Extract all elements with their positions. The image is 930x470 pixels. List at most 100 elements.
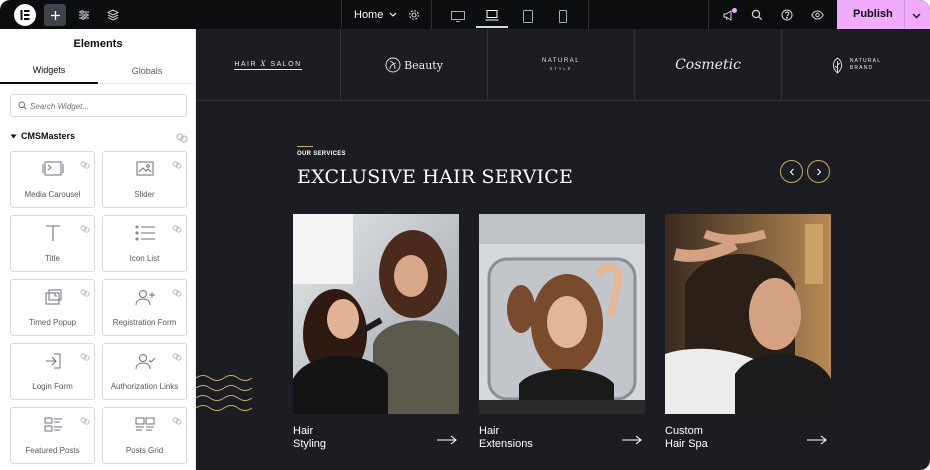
brand-text: Cosmetic xyxy=(675,57,741,73)
topbar-divider xyxy=(341,0,342,29)
posts-grid-icon xyxy=(103,416,186,434)
service-title-line: Styling xyxy=(293,438,327,450)
brand-text: NATURAL xyxy=(541,58,581,64)
panel-tabs: Widgets Globals xyxy=(0,58,195,84)
eyebrow-divider xyxy=(297,146,313,147)
media-carousel-icon xyxy=(11,160,94,178)
widget-authorization-links[interactable]: Authorization Links xyxy=(102,343,187,400)
search-icon xyxy=(18,101,27,110)
service-title-line: Hair xyxy=(293,425,314,437)
brand-text: X xyxy=(260,60,267,68)
page-selector[interactable]: Home xyxy=(344,0,397,29)
widget-media-carousel[interactable]: Media Carousel xyxy=(10,151,95,208)
structure-button[interactable] xyxy=(102,4,124,26)
mobile-icon xyxy=(559,9,567,23)
widget-title[interactable]: Title xyxy=(10,215,95,272)
section-eyebrow: OUR SERVICES xyxy=(297,151,346,157)
publish-options-button[interactable] xyxy=(911,8,922,26)
eye-icon xyxy=(810,10,824,20)
widget-label: Posts Grid xyxy=(125,446,164,455)
topbar-divider xyxy=(708,0,709,29)
brand-natural-style-logo: NATURAL STYLE xyxy=(488,29,635,101)
add-element-button[interactable] xyxy=(44,4,66,26)
device-desktop[interactable] xyxy=(442,4,474,28)
laptop-icon xyxy=(485,9,499,20)
widget-label: Authorization Links xyxy=(110,382,179,391)
brand-logos-strip: HAIR X SALON Beauty NATURAL STYLE Cosmet… xyxy=(196,29,930,101)
tablet-icon xyxy=(523,9,533,23)
plus-icon xyxy=(50,10,60,20)
widget-posts-grid[interactable]: Posts Grid xyxy=(102,407,187,464)
topbar-divider xyxy=(431,0,432,29)
brand-text: BRAND xyxy=(849,65,874,71)
service-title-line: Extensions xyxy=(479,438,533,450)
brand-cosmetic-logo: Cosmetic xyxy=(635,29,782,101)
widget-slider[interactable]: Slider xyxy=(102,151,187,208)
service-image-hair-styling[interactable] xyxy=(293,214,459,414)
site-settings-button[interactable] xyxy=(73,4,95,26)
elementor-logo-icon xyxy=(20,10,30,20)
leaf-icon xyxy=(832,56,842,74)
wave-lines-icon xyxy=(196,375,253,411)
preview-button[interactable] xyxy=(806,4,828,26)
widget-label: Featured Posts xyxy=(25,446,80,455)
widget-icon-list[interactable]: Icon List xyxy=(102,215,187,272)
login-icon xyxy=(11,352,94,370)
service-image-hair-extensions[interactable] xyxy=(479,214,645,414)
device-laptop[interactable] xyxy=(476,4,508,28)
help-button[interactable] xyxy=(776,4,798,26)
search-widget-input[interactable] xyxy=(30,98,180,114)
category-header[interactable]: CMSMasters xyxy=(10,130,188,143)
carousel-next-button[interactable] xyxy=(807,160,830,183)
widget-login-form[interactable]: Login Form xyxy=(10,343,95,400)
service-image-custom-hair-spa[interactable] xyxy=(665,214,831,414)
arrow-right-icon[interactable] xyxy=(622,432,642,450)
device-tablet[interactable] xyxy=(512,4,544,28)
elements-panel: Elements Widgets Globals CMSMasters Medi… xyxy=(0,29,196,470)
widget-label: Title xyxy=(45,254,60,263)
chevron-down-icon xyxy=(389,12,397,17)
finder-button[interactable] xyxy=(746,4,768,26)
category-label: CMSMasters xyxy=(21,131,76,141)
widget-label: Login Form xyxy=(32,382,73,391)
service-title-custom-hair-spa[interactable]: Custom Hair Spa xyxy=(665,425,708,451)
tab-widgets[interactable]: Widgets xyxy=(0,58,98,84)
service-title-hair-styling[interactable]: Hair Styling xyxy=(293,425,326,451)
widget-label: Slider xyxy=(134,190,155,199)
arrow-right-icon[interactable] xyxy=(437,432,457,450)
brand-text: Beauty xyxy=(404,58,443,72)
widget-registration-form[interactable]: Registration Form xyxy=(102,279,187,336)
chevron-right-icon xyxy=(816,168,821,175)
elementor-logo[interactable] xyxy=(14,4,36,26)
publish-divider xyxy=(904,0,905,29)
brand-hair-salon-logo: HAIR X SALON xyxy=(196,29,341,101)
page-settings-button[interactable] xyxy=(403,4,425,26)
tab-globals[interactable]: Globals xyxy=(98,58,195,84)
service-title-hair-extensions[interactable]: Hair Extensions xyxy=(479,425,533,451)
brand-text: STYLE xyxy=(549,66,573,71)
gear-icon xyxy=(409,10,419,20)
brand-text: HAIR xyxy=(234,61,258,68)
publish-button-group: Publish xyxy=(837,0,930,29)
chevron-down-icon xyxy=(912,13,921,19)
brand-text: NATURAL xyxy=(849,58,882,64)
cmsmasters-badge-icon xyxy=(176,130,188,148)
hair-extensions-photo xyxy=(479,214,645,414)
device-mobile[interactable] xyxy=(547,4,579,28)
widget-timed-popup[interactable]: Timed Popup xyxy=(10,279,95,336)
widget-featured-posts[interactable]: Featured Posts xyxy=(10,407,95,464)
topbar-divider xyxy=(588,0,589,29)
featured-posts-icon xyxy=(11,416,94,434)
hair-styling-photo xyxy=(293,214,459,414)
widget-label: Media Carousel xyxy=(24,190,81,199)
publish-button[interactable]: Publish xyxy=(853,8,893,20)
user-check-icon xyxy=(103,352,186,370)
service-title-line: Hair xyxy=(479,425,500,437)
sliders-icon xyxy=(79,10,89,20)
decorative-waves xyxy=(196,374,254,419)
whats-new-button[interactable] xyxy=(717,4,739,26)
brand-text: SALON xyxy=(270,61,302,68)
carousel-prev-button[interactable] xyxy=(780,160,803,183)
page-canvas: HAIR X SALON Beauty NATURAL STYLE Cosmet… xyxy=(196,29,930,470)
arrow-right-icon[interactable] xyxy=(807,432,827,450)
